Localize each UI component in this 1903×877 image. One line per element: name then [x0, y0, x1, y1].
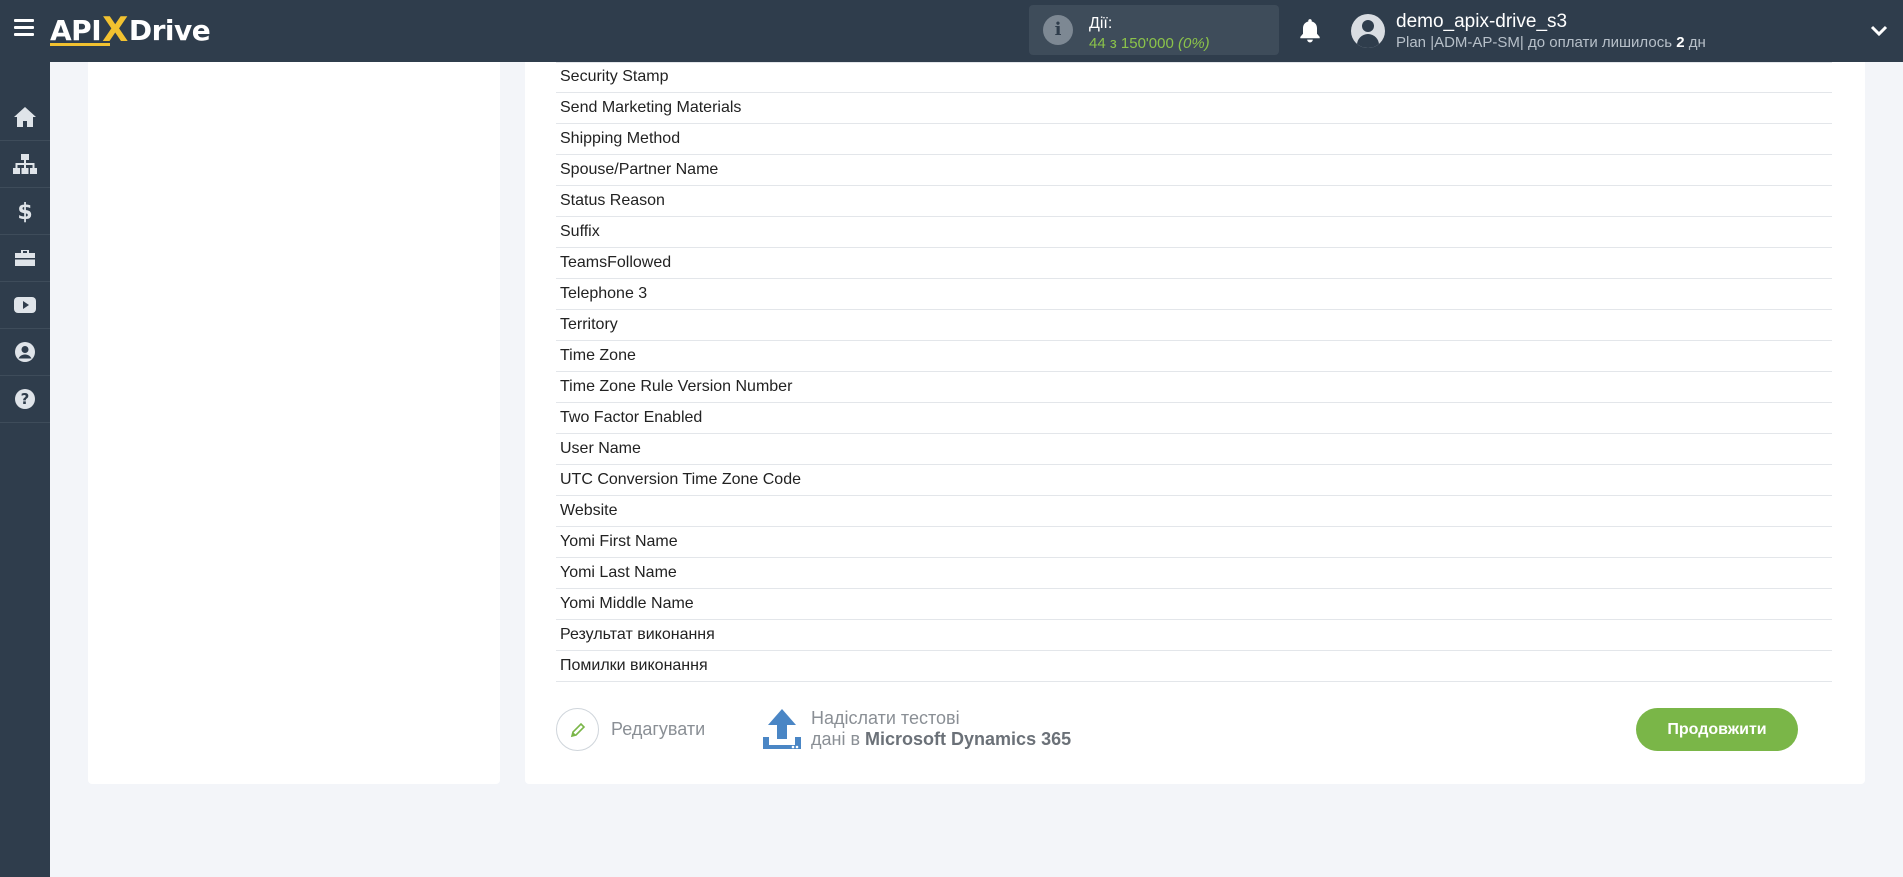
chevron-down-icon[interactable] — [1870, 22, 1888, 40]
info-icon: i — [1043, 15, 1073, 45]
sidebar-item-home[interactable] — [0, 94, 50, 141]
user-plan: Plan |ADM-AP-SM| до оплати лишилось 2 дн — [1396, 34, 1706, 51]
actions-counter: i Дії: 44 з 150'000 (0%) — [1029, 5, 1279, 55]
svg-text:$: $ — [17, 200, 32, 223]
field-row[interactable]: User Name — [556, 434, 1832, 465]
sidebar-item-video[interactable] — [0, 282, 50, 329]
field-row[interactable]: Помилки виконання — [556, 651, 1832, 682]
logo[interactable]: API X Drive — [50, 10, 211, 50]
upload-icon — [763, 709, 801, 749]
field-row[interactable]: Shipping Method — [556, 124, 1832, 155]
field-list: Security Stamp Send Marketing Materials Sh… — [556, 62, 1832, 682]
home-icon — [14, 107, 36, 127]
field-row[interactable]: Website — [556, 496, 1832, 527]
edit-button[interactable]: Редагувати — [556, 708, 705, 751]
sidebar-item-briefcase[interactable] — [0, 235, 50, 282]
avatar[interactable] — [1351, 14, 1385, 48]
sidebar-item-connections[interactable] — [0, 141, 50, 188]
field-row[interactable]: Send Marketing Materials — [556, 93, 1832, 124]
field-row[interactable]: Telephone 3 — [556, 279, 1832, 310]
field-row[interactable]: Yomi Middle Name — [556, 589, 1832, 620]
field-row[interactable]: Time Zone — [556, 341, 1832, 372]
field-row[interactable]: Suffix — [556, 217, 1832, 248]
send-test-data-button[interactable]: Надіслати тестові дані в Microsoft Dynam… — [761, 707, 1071, 751]
user-name[interactable]: demo_apix-drive_s3 — [1396, 11, 1567, 33]
sidebar-item-help[interactable]: ? — [0, 376, 50, 423]
field-row[interactable]: Yomi Last Name — [556, 558, 1832, 589]
user-circle-icon — [15, 342, 35, 362]
pencil-icon — [570, 722, 585, 737]
actions-label: Дії: — [1089, 15, 1113, 32]
dollar-icon: $ — [17, 200, 32, 223]
send-test-line2: дані в Microsoft Dynamics 365 — [811, 729, 1072, 749]
youtube-icon — [14, 297, 36, 313]
main-panel: Security Stamp Send Marketing Materials Sh… — [525, 62, 1865, 784]
menu-icon[interactable] — [14, 19, 34, 37]
field-row[interactable]: Yomi First Name — [556, 527, 1832, 558]
svg-text:?: ? — [21, 390, 30, 408]
field-row[interactable]: Time Zone Rule Version Number — [556, 372, 1832, 403]
question-circle-icon: ? — [15, 389, 35, 409]
field-row[interactable]: Результат виконання — [556, 620, 1832, 651]
edit-button-label: Редагувати — [611, 719, 706, 739]
sidebar: $ ? — [0, 62, 50, 877]
briefcase-icon — [15, 250, 35, 266]
continue-button[interactable]: Продовжити — [1636, 708, 1798, 751]
sidebar-item-profile[interactable] — [0, 329, 50, 376]
bell-icon[interactable] — [1297, 17, 1323, 45]
send-test-line1: Надіслати тестові — [811, 708, 960, 728]
left-panel — [88, 62, 500, 784]
field-row[interactable]: Spouse/Partner Name — [556, 155, 1832, 186]
field-row[interactable]: Territory — [556, 310, 1832, 341]
field-row[interactable]: Status Reason — [556, 186, 1832, 217]
field-row[interactable]: Two Factor Enabled — [556, 403, 1832, 434]
field-row[interactable]: UTC Conversion Time Zone Code — [556, 465, 1832, 496]
sitemap-icon — [13, 154, 37, 174]
field-row[interactable]: TeamsFollowed — [556, 248, 1832, 279]
sidebar-item-billing[interactable]: $ — [0, 188, 50, 235]
actions-count: 44 з 150'000 (0%) — [1089, 35, 1210, 52]
field-row[interactable]: Security Stamp — [556, 62, 1832, 93]
top-bar: API X Drive i Дії: 44 з 150'000 (0%) demo_… — [0, 0, 1903, 62]
